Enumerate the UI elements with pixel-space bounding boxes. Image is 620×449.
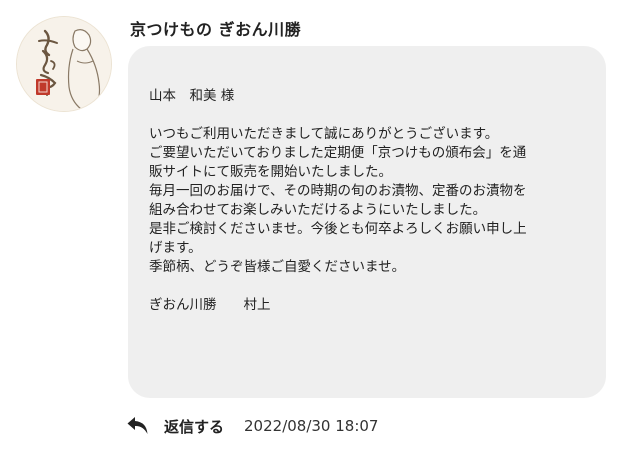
message-body: 山本 和美 様いつもご利用いただきまして誠にありがとうございます。ご要望いただい… (149, 87, 588, 315)
message-line: 山本 和美 様 (149, 88, 235, 104)
message-line (149, 277, 588, 296)
message-line: げます。 (149, 240, 202, 256)
message-line: いつもご利用いただきまして誠にありがとうございます。 (149, 126, 499, 142)
sender-avatar[interactable] (16, 16, 112, 112)
message-line: 是非ご検討くださいませ。今後とも何卒よろしくお願い申し上 (149, 221, 527, 237)
shop-logo-avatar-image (17, 17, 111, 111)
message-line: 組み合わせてお楽しみいただけるようにいたしました。 (149, 202, 487, 218)
message-line: ご要望いただいておりました定期便「京つけもの頒布会」を通 (149, 145, 527, 161)
message-line: 季節柄、どうぞ皆様ご自愛くださいませ。 (149, 259, 406, 275)
message-line: ぎおん川勝 村上 (149, 297, 271, 313)
reply-button[interactable]: 返信する (126, 415, 224, 437)
message-line (149, 106, 588, 125)
message-timestamp: 2022/08/30 18:07 (244, 417, 379, 435)
reply-label: 返信する (164, 417, 225, 436)
message-footer: 返信する 2022/08/30 18:07 (126, 414, 378, 438)
sender-name: 京つけもの ぎおん川勝 (130, 20, 302, 39)
message-line: 販サイトにて販売を開始いたしました。 (149, 164, 392, 180)
message-bubble: 山本 和美 様いつもご利用いただきまして誠にありがとうございます。ご要望いただい… (128, 46, 606, 398)
message-line: 毎月一回のお届けで、その時期の旬のお漬物、定番のお漬物を (149, 183, 527, 199)
reply-arrow-icon (126, 415, 150, 437)
